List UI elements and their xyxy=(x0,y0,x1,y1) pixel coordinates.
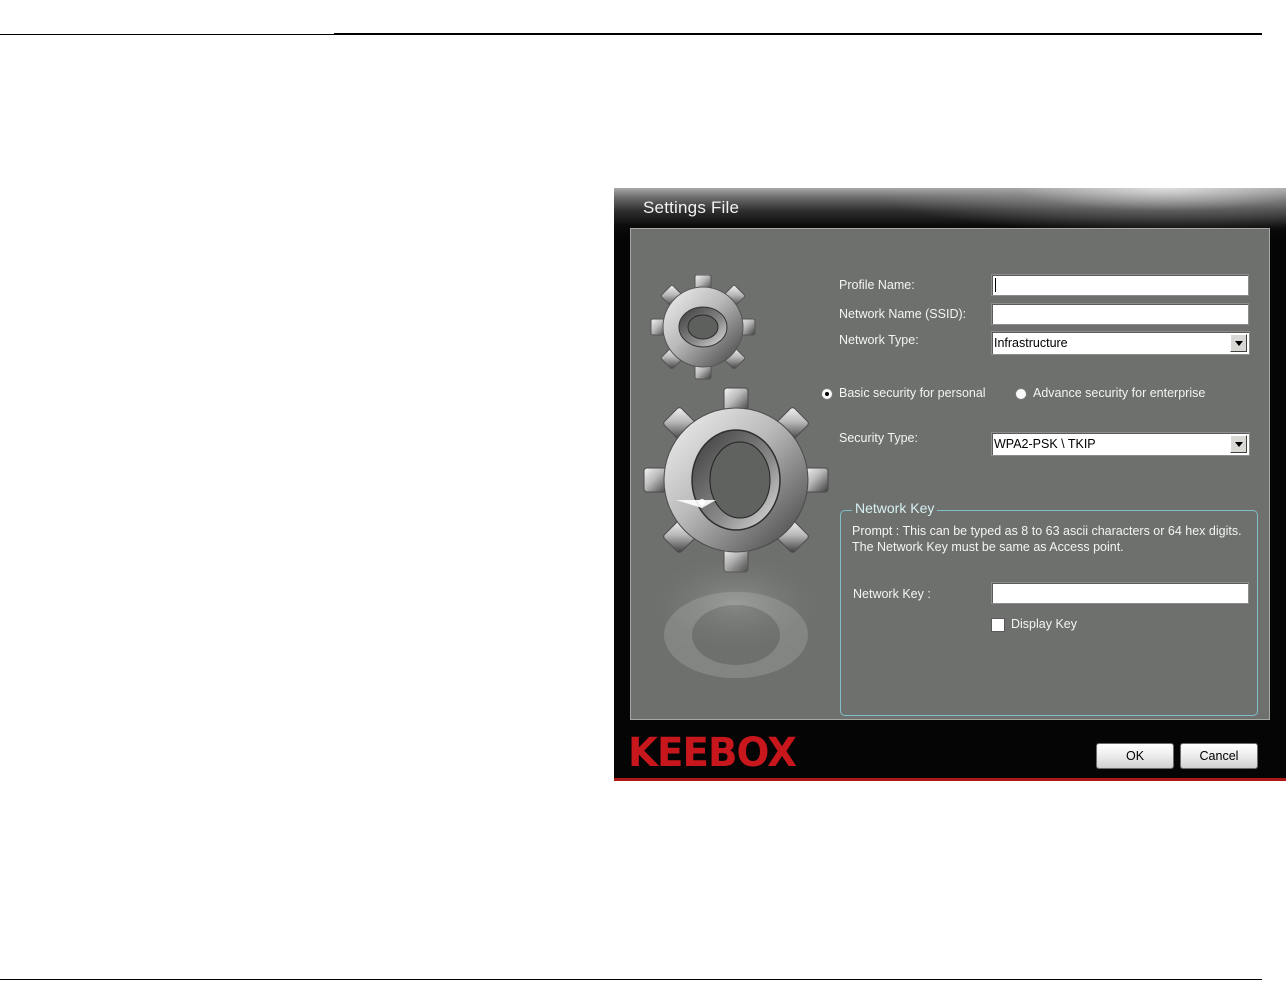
network-key-label: Network Key : xyxy=(853,587,931,601)
network-type-label: Network Type: xyxy=(839,333,919,347)
keebox-logo: KEEBOX xyxy=(628,730,798,771)
chevron-down-icon[interactable] xyxy=(1230,334,1247,352)
basic-security-radio[interactable] xyxy=(821,388,833,400)
large-gear-icon xyxy=(643,387,829,573)
page-bottom-rule xyxy=(0,979,1262,980)
cancel-button[interactable]: Cancel xyxy=(1180,743,1258,769)
settings-panel: Profile Name: Network Name (SSID): Netwo… xyxy=(630,228,1270,720)
svg-text:KEEBOX: KEEBOX xyxy=(628,730,797,771)
page-top-rule xyxy=(334,33,1262,35)
security-type-select[interactable]: WPA2-PSK \ TKIP xyxy=(991,432,1250,456)
network-key-legend: Network Key xyxy=(852,500,938,516)
profile-name-input[interactable] xyxy=(991,274,1249,296)
security-type-label: Security Type: xyxy=(839,431,918,445)
chevron-down-icon[interactable] xyxy=(1230,435,1247,453)
advance-security-label[interactable]: Advance security for enterprise xyxy=(1033,386,1205,400)
small-gear-icon xyxy=(650,275,756,380)
network-type-select[interactable]: Infrastructure xyxy=(991,331,1250,355)
ssid-label: Network Name (SSID): xyxy=(839,307,967,321)
ok-button[interactable]: OK xyxy=(1096,743,1174,769)
advance-security-radio[interactable] xyxy=(1015,388,1027,400)
display-key-checkbox[interactable] xyxy=(991,618,1005,632)
display-key-label[interactable]: Display Key xyxy=(1011,617,1077,631)
page-top-rule-thin xyxy=(0,34,334,35)
security-type-value: WPA2-PSK \ TKIP xyxy=(994,437,1096,451)
ssid-input[interactable] xyxy=(991,303,1249,325)
network-key-prompt: Prompt : This can be typed as 8 to 63 as… xyxy=(852,524,1242,554)
dialog-title: Settings File xyxy=(643,198,740,217)
gears-illustration xyxy=(641,275,831,679)
settings-file-dialog: Settings File Profile Name: Network Name… xyxy=(614,188,1286,781)
text-caret xyxy=(995,278,996,292)
network-key-input[interactable] xyxy=(991,582,1249,604)
profile-name-label: Profile Name: xyxy=(839,278,915,292)
network-type-value: Infrastructure xyxy=(994,336,1068,350)
basic-security-label[interactable]: Basic security for personal xyxy=(839,386,986,400)
